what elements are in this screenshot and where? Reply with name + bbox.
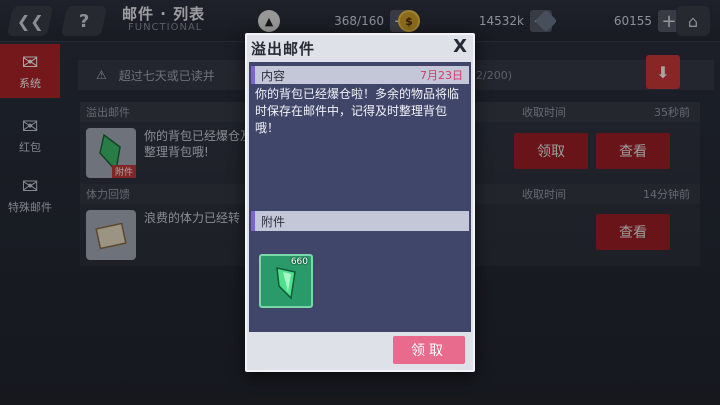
close-button[interactable]: X — [453, 36, 467, 57]
content-header: 内容 7月23日 — [251, 66, 469, 84]
attachment-label: 附件 — [261, 214, 286, 229]
mail-body: 你的背包已经爆仓啦！多余的物品将临时保存在邮件中，记得及时整理背包哦！ — [255, 87, 460, 135]
attachment-item[interactable]: 660 — [259, 254, 313, 308]
content-label: 内容 — [261, 68, 286, 83]
item-quantity: 660 — [290, 257, 308, 267]
claim-button[interactable]: 领取 — [393, 336, 465, 364]
overflow-mail-dialog: 溢出邮件 X 内容 7月23日 你的背包已经爆仓啦！多余的物品将临时保存在邮件中… — [245, 33, 475, 372]
attachment-header: 附件 — [251, 211, 469, 231]
mail-date: 7月23日 — [420, 69, 463, 82]
dialog-body: 内容 7月23日 你的背包已经爆仓啦！多余的物品将临时保存在邮件中，记得及时整理… — [249, 62, 471, 332]
dialog-title: 溢出邮件 — [251, 40, 316, 58]
dialog-footer: 领取 — [249, 332, 471, 370]
